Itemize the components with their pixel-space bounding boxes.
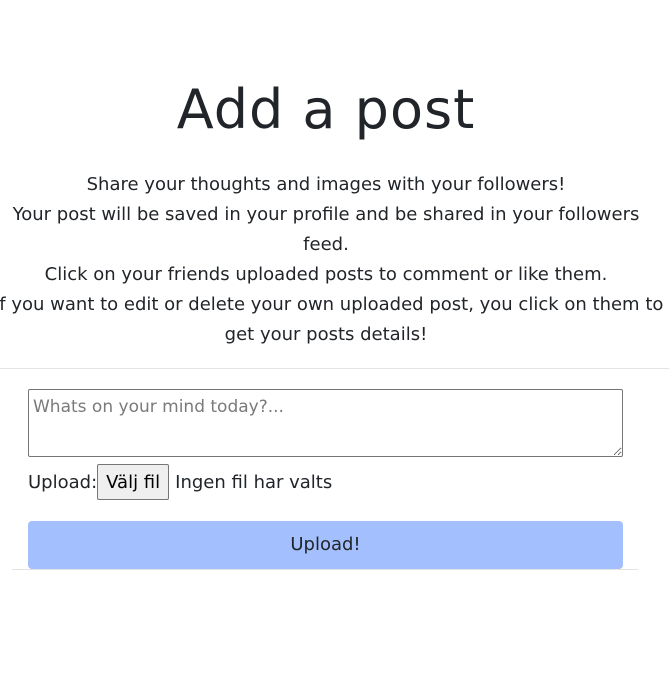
page-title: Add a post — [176, 78, 476, 141]
intro-line: If you want to edit or delete your own u… — [0, 294, 664, 315]
intro-line: Share your thoughts and images with your… — [86, 174, 566, 195]
form-bottom-divider — [12, 569, 638, 570]
intro-text: Share your thoughts and images with your… — [0, 170, 664, 350]
intro-line: feed. — [303, 234, 349, 255]
add-post-page: Add a post Share your thoughts and image… — [0, 0, 672, 677]
file-status-text: Ingen fil har valts — [175, 471, 333, 493]
section-divider — [0, 368, 669, 369]
upload-submit-button[interactable]: Upload! — [28, 521, 623, 569]
upload-row: Upload: Välj fil Ingen fil har valts — [28, 464, 332, 500]
intro-line: get your posts details! — [224, 324, 428, 345]
choose-file-button[interactable]: Välj fil — [97, 464, 170, 500]
post-text-input[interactable] — [28, 389, 623, 457]
intro-line: Click on your friends uploaded posts to … — [44, 264, 608, 285]
upload-label: Upload: — [28, 471, 98, 493]
intro-line: Your post will be saved in your profile … — [12, 204, 640, 225]
